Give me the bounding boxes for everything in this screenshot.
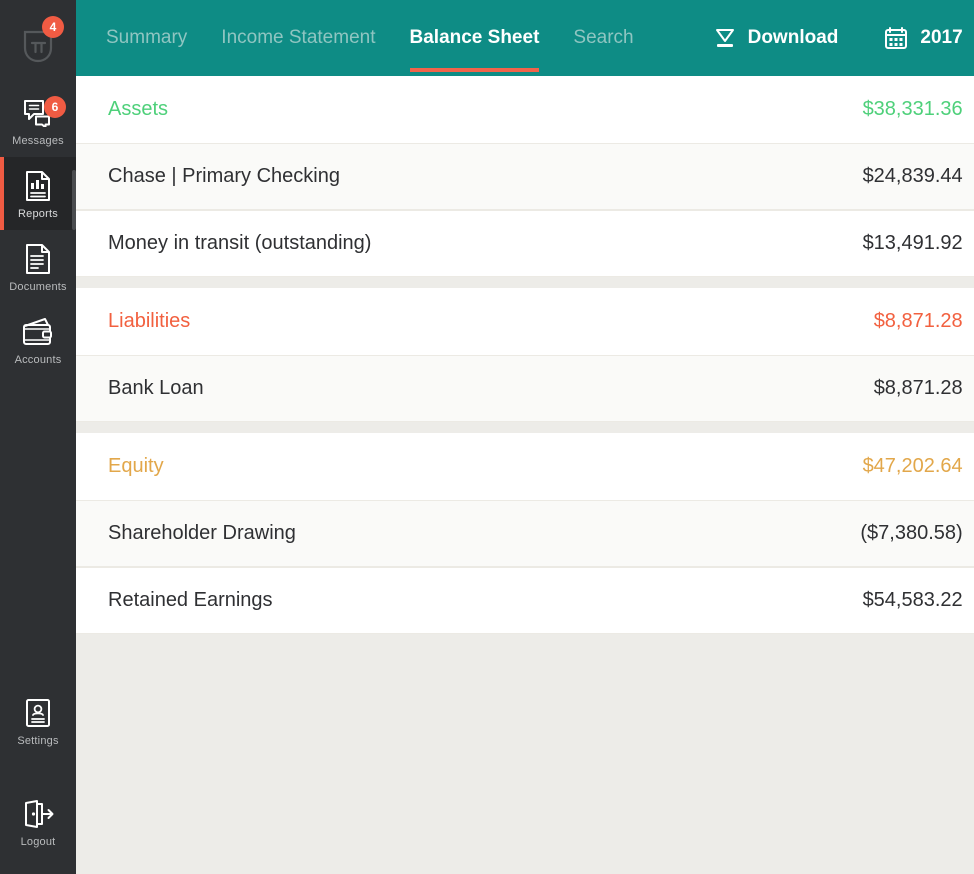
sidebar-item-accounts[interactable]: Accounts <box>0 303 76 376</box>
table-row[interactable]: Money in transit (outstanding) $13,491.9… <box>76 210 974 277</box>
section-title: Assets <box>108 98 168 121</box>
sidebar-item-label: Settings <box>17 735 58 747</box>
year-selector[interactable]: 2017 <box>884 26 962 50</box>
row-label: Bank Loan <box>108 377 204 400</box>
sidebar: 4 Messages 6 <box>0 0 76 874</box>
section-total: $8,871.28 <box>874 310 963 333</box>
sidebar-item-logout[interactable]: Logout <box>0 785 76 858</box>
section-header-equity[interactable]: Equity $47,202.64 <box>76 433 974 500</box>
row-value: $54,583.22 <box>863 589 963 612</box>
section-header-liabilities[interactable]: Liabilities $8,871.28 <box>76 288 974 355</box>
calendar-icon <box>884 26 908 50</box>
messages-badge: 6 <box>44 96 66 118</box>
settings-id-card-icon <box>21 696 55 730</box>
documents-icon <box>21 242 55 276</box>
section-divider <box>76 277 974 288</box>
app-window: 4 Messages 6 <box>0 0 974 874</box>
sidebar-item-label: Messages <box>12 135 64 147</box>
table-row[interactable]: Retained Earnings $54,583.22 <box>76 567 974 634</box>
section-total: $38,331.36 <box>863 98 963 121</box>
balance-sheet-table: Assets $38,331.36 Chase | Primary Checki… <box>76 76 974 874</box>
sidebar-item-label: Logout <box>21 836 56 848</box>
section-divider <box>76 422 974 433</box>
tab-label: Summary <box>106 27 187 49</box>
tab-income-statement[interactable]: Income Statement <box>221 0 375 76</box>
sidebar-item-settings[interactable]: Settings <box>0 684 76 757</box>
sidebar-scrollbar[interactable] <box>72 170 76 230</box>
section-title: Equity <box>108 455 164 478</box>
download-button[interactable]: Download <box>714 27 839 49</box>
table-row[interactable]: Chase | Primary Checking $24,839.44 <box>76 143 974 210</box>
sidebar-top-group: 4 Messages 6 <box>0 8 76 376</box>
download-label: Download <box>748 27 839 49</box>
tab-label: Search <box>573 27 633 49</box>
app-logo[interactable]: 4 <box>0 8 76 84</box>
logout-icon <box>21 797 55 831</box>
row-label: Retained Earnings <box>108 589 273 612</box>
row-value: ($7,380.58) <box>860 522 962 545</box>
download-icon <box>714 27 736 49</box>
row-value: $8,871.28 <box>874 377 963 400</box>
tab-label: Balance Sheet <box>410 27 540 49</box>
logo-badge: 4 <box>42 16 64 38</box>
sidebar-item-documents[interactable]: Documents <box>0 230 76 303</box>
topbar-actions: Download <box>668 26 974 50</box>
row-value: $24,839.44 <box>863 165 963 188</box>
section-total: $47,202.64 <box>863 455 963 478</box>
tab-summary[interactable]: Summary <box>106 0 187 76</box>
sidebar-item-reports[interactable]: Reports <box>0 157 76 230</box>
tab-search[interactable]: Search <box>573 0 633 76</box>
row-label: Chase | Primary Checking <box>108 165 340 188</box>
table-row[interactable]: Shareholder Drawing ($7,380.58) <box>76 500 974 567</box>
sidebar-item-messages[interactable]: Messages 6 <box>0 84 76 157</box>
sidebar-bottom-group: Settings Logout <box>0 684 76 858</box>
tab-label: Income Statement <box>221 27 375 49</box>
tab-balance-sheet[interactable]: Balance Sheet <box>410 0 540 76</box>
section-header-assets[interactable]: Assets $38,331.36 <box>76 76 974 143</box>
table-row[interactable]: Bank Loan $8,871.28 <box>76 355 974 422</box>
row-value: $13,491.92 <box>863 232 963 255</box>
section-title: Liabilities <box>108 310 190 333</box>
row-label: Money in transit (outstanding) <box>108 232 371 255</box>
wallet-icon <box>21 315 55 349</box>
sidebar-item-label: Accounts <box>15 354 62 366</box>
tab-bar: Summary Income Statement Balance Sheet S… <box>106 0 668 76</box>
sidebar-item-label: Reports <box>18 208 58 220</box>
main-area: Summary Income Statement Balance Sheet S… <box>76 0 974 874</box>
row-label: Shareholder Drawing <box>108 522 296 545</box>
sidebar-item-label: Documents <box>9 281 66 293</box>
year-label: 2017 <box>920 27 962 49</box>
topbar: Summary Income Statement Balance Sheet S… <box>76 0 974 76</box>
reports-icon <box>21 169 55 203</box>
